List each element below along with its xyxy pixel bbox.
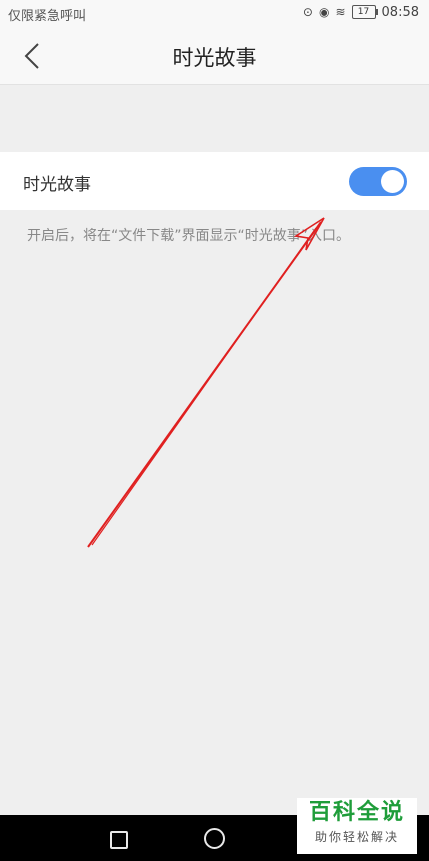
- toggle-knob: [381, 170, 404, 193]
- watermark-logo: 百科全说 助你轻松解决: [297, 798, 417, 854]
- setting-row-time-story: 时光故事: [0, 152, 429, 210]
- signal-icon: ⊙: [302, 5, 313, 19]
- screen: 仅限紧急呼叫 ⊙ ◉ ≋ 17 08:58 时光故事 时光故事 开启后，将在“文…: [0, 0, 429, 861]
- status-bar: 仅限紧急呼叫 ⊙ ◉ ≋ 17 08:58: [0, 0, 429, 26]
- recent-apps-button[interactable]: [110, 831, 128, 849]
- annotation-arrow: [87, 217, 325, 548]
- eye-icon: ◉: [318, 5, 330, 19]
- setting-description: 开启后，将在“文件下载”界面显示“时光故事”入口。: [27, 228, 351, 244]
- battery-icon: 17: [351, 5, 378, 19]
- battery-level: 17: [357, 7, 370, 17]
- red-arrow-icon: [87, 217, 325, 548]
- watermark-main-text: 百科全说: [308, 800, 405, 825]
- setting-label: 时光故事: [23, 175, 91, 195]
- watermark-sub-text: 助你轻松解决: [314, 830, 399, 844]
- app-header: 时光故事: [0, 26, 429, 85]
- status-icons: ⊙ ◉ ≋ 17 08:58: [303, 4, 419, 20]
- status-time: 08:58: [381, 4, 419, 20]
- time-story-toggle[interactable]: [349, 167, 407, 196]
- wifi-icon: ≋: [335, 5, 346, 19]
- page-title: 时光故事: [172, 46, 257, 70]
- carrier-text: 仅限紧急呼叫: [8, 9, 87, 24]
- home-button[interactable]: [204, 828, 225, 849]
